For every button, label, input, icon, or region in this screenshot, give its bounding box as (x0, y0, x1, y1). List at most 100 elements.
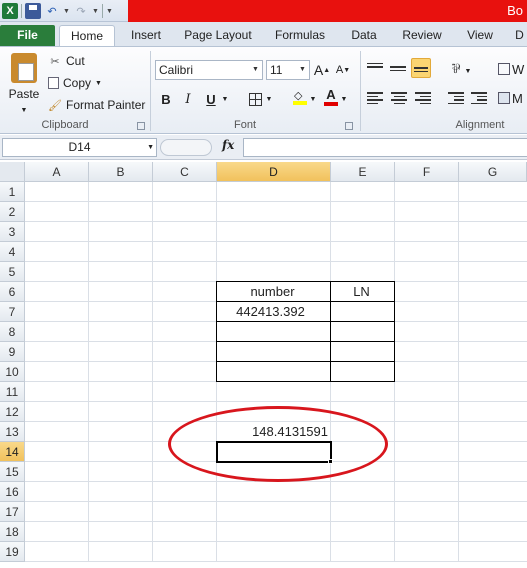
undo-icon[interactable]: ↶ (44, 3, 60, 19)
grow-font-icon[interactable]: A ▲ (313, 60, 331, 80)
title-bar: X ↶ ▼ ↷ ▼ ▼ Bo (0, 0, 527, 22)
font-color-icon[interactable]: A (322, 87, 340, 107)
font-launcher-icon[interactable] (345, 122, 353, 130)
row-header-4[interactable]: 4 (0, 242, 25, 262)
tab-review[interactable]: Review (396, 25, 448, 46)
tab-insert[interactable]: Insert (124, 25, 168, 46)
borders-icon[interactable] (247, 89, 263, 109)
row-header-11[interactable]: 11 (0, 382, 25, 402)
row-header-8[interactable]: 8 (0, 322, 25, 342)
column-header-e[interactable]: E (331, 162, 395, 182)
paste-dropdown-icon[interactable]: ▼ (21, 107, 28, 114)
row-header-19[interactable]: 19 (0, 542, 25, 562)
wrap-text-label: W (512, 61, 525, 77)
chevron-down-icon[interactable]: ▼ (147, 139, 154, 156)
window-title-text: Bo (507, 3, 523, 18)
wrap-text-button[interactable]: W (498, 59, 527, 79)
customize-qat-icon[interactable]: ▼ (106, 8, 113, 15)
align-left-icon[interactable] (367, 90, 385, 106)
wrap-text-icon (498, 63, 510, 75)
copy-dropdown-icon[interactable]: ▼ (95, 80, 102, 87)
align-middle-icon[interactable] (390, 59, 408, 75)
insert-function-icon[interactable]: fx (222, 138, 234, 152)
decrease-indent-icon[interactable] (446, 90, 464, 106)
column-header-g[interactable]: G (459, 162, 527, 182)
cell-d6[interactable]: number (217, 282, 331, 302)
excel-icon[interactable]: X (2, 3, 18, 19)
formula-input[interactable] (243, 138, 527, 157)
tab-data[interactable]: Data (344, 25, 384, 46)
clipboard-launcher-icon[interactable] (137, 122, 145, 130)
chevron-down-icon[interactable]: ▼ (297, 62, 308, 78)
copy-icon (48, 77, 59, 89)
fill-color-icon[interactable]: ◇ (291, 87, 309, 107)
italic-icon[interactable]: I (180, 89, 196, 109)
column-header-c[interactable]: C (153, 162, 217, 182)
clipboard-group-label: Clipboard (41, 119, 89, 131)
qat-separator (21, 4, 22, 18)
merge-label: M (512, 90, 523, 106)
row-header-13[interactable]: 13 (0, 422, 25, 442)
cut-button[interactable]: ✂ Cut (48, 52, 84, 70)
align-right-icon[interactable] (413, 90, 431, 106)
paste-button[interactable]: Paste ▼ (6, 53, 42, 114)
tab-view[interactable]: View (460, 25, 500, 46)
tab-developer[interactable]: D (512, 25, 527, 46)
cell-d7[interactable]: 442413.392 (216, 302, 328, 322)
bold-icon[interactable]: B (158, 89, 174, 109)
row-header-2[interactable]: 2 (0, 202, 25, 222)
align-center-icon[interactable] (390, 90, 408, 106)
column-header-b[interactable]: B (89, 162, 153, 182)
select-all-corner[interactable] (0, 162, 25, 182)
row-header-7[interactable]: 7 (0, 302, 25, 322)
shrink-font-icon[interactable]: A ▼ (334, 60, 352, 80)
group-separator (360, 51, 361, 131)
save-icon[interactable] (25, 3, 41, 19)
name-box[interactable]: D14 ▼ (2, 138, 157, 157)
align-top-icon[interactable] (367, 59, 385, 75)
tab-formulas[interactable]: Formulas (270, 25, 330, 46)
redo-dropdown-icon[interactable]: ▼ (92, 8, 99, 15)
row-header-5[interactable]: 5 (0, 262, 25, 282)
underline-dropdown-icon[interactable]: ▼ (221, 89, 229, 109)
name-box-value: D14 (68, 140, 91, 154)
increase-indent-icon[interactable] (469, 90, 487, 106)
merge-center-button[interactable]: M (498, 88, 527, 108)
row-header-10[interactable]: 10 (0, 362, 25, 382)
font-color-dropdown-icon[interactable]: ▼ (340, 89, 348, 109)
worksheet-grid[interactable]: A B C D E F G 1 2 3 4 5 6 7 8 9 10 11 12 13 14 15 16 17 18 19 numb… (0, 162, 527, 568)
borders-dropdown-icon[interactable]: ▼ (265, 89, 273, 109)
cell-e6[interactable]: LN (331, 282, 395, 302)
tab-file[interactable]: File (0, 25, 55, 46)
orientation-dropdown-icon[interactable]: ▼ (464, 61, 472, 81)
column-header-f[interactable]: F (395, 162, 459, 182)
formula-bar: D14 ▼ fx (0, 135, 527, 160)
orientation-icon[interactable]: ⅌ (446, 58, 466, 78)
format-painter-button[interactable]: 🖌 Format Painter (48, 96, 145, 114)
chevron-down-icon[interactable]: ▼ (250, 62, 261, 78)
copy-button[interactable]: Copy ▼ (48, 74, 102, 92)
row-header-1[interactable]: 1 (0, 182, 25, 202)
font-name-combo[interactable]: Calibri ▼ (155, 60, 263, 80)
tab-page-layout[interactable]: Page Layout (180, 25, 256, 46)
row-header-15[interactable]: 15 (0, 462, 25, 482)
font-size-combo[interactable]: 11 ▼ (266, 60, 310, 80)
row-header-14[interactable]: 14 (0, 442, 25, 462)
undo-dropdown-icon[interactable]: ▼ (63, 8, 70, 15)
fill-color-dropdown-icon[interactable]: ▼ (309, 89, 317, 109)
redo-icon[interactable]: ↷ (73, 3, 89, 19)
formula-bar-resize-handle[interactable] (160, 139, 212, 156)
align-bottom-icon[interactable] (411, 58, 431, 78)
column-header-d[interactable]: D (217, 162, 331, 182)
tab-home[interactable]: Home (59, 25, 115, 46)
paintbrush-icon: 🖌 (48, 99, 62, 112)
row-header-12[interactable]: 12 (0, 402, 25, 422)
underline-icon[interactable]: U (203, 89, 219, 109)
row-header-6[interactable]: 6 (0, 282, 25, 302)
row-header-9[interactable]: 9 (0, 342, 25, 362)
row-header-18[interactable]: 18 (0, 522, 25, 542)
row-header-16[interactable]: 16 (0, 482, 25, 502)
row-header-3[interactable]: 3 (0, 222, 25, 242)
row-header-17[interactable]: 17 (0, 502, 25, 522)
column-header-a[interactable]: A (25, 162, 89, 182)
